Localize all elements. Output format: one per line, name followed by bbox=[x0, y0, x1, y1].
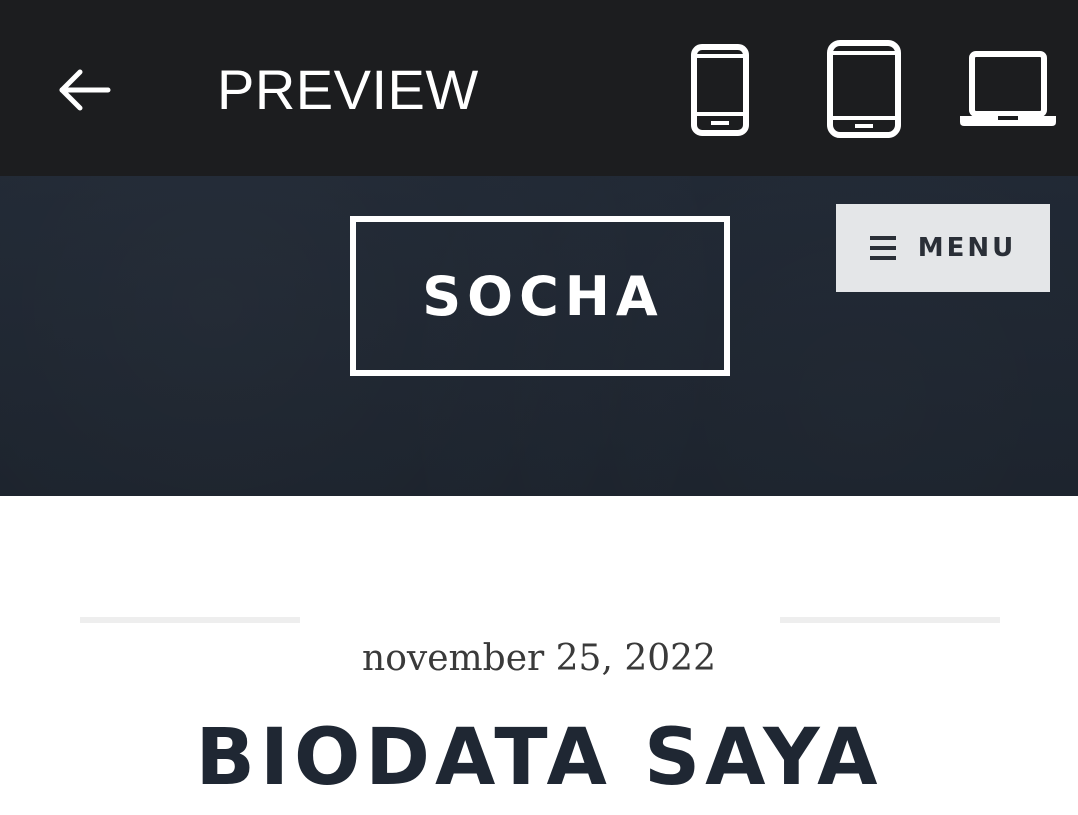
device-tablet-button[interactable] bbox=[826, 40, 902, 138]
site-title: SOCHA bbox=[422, 264, 664, 328]
arrow-left-icon bbox=[59, 69, 111, 111]
toolbar-title: PREVIEW bbox=[217, 58, 479, 121]
menu-label: MENU bbox=[917, 233, 1017, 263]
site-header: SOCHA MENU bbox=[0, 176, 1078, 496]
tablet-icon bbox=[827, 40, 901, 138]
preview-toolbar: PREVIEW bbox=[0, 0, 1078, 176]
device-desktop-button[interactable] bbox=[958, 50, 1058, 130]
device-phone-button[interactable] bbox=[690, 44, 750, 136]
post-title[interactable]: BIODATA SAYA bbox=[0, 708, 1078, 808]
site-logo[interactable]: SOCHA bbox=[350, 216, 730, 376]
post-date[interactable]: november 25, 2022 bbox=[0, 632, 1078, 686]
mobile-icon bbox=[691, 44, 749, 136]
menu-button[interactable]: MENU bbox=[836, 204, 1050, 292]
divider-right bbox=[780, 617, 1000, 623]
divider-left bbox=[80, 617, 300, 623]
hamburger-icon bbox=[869, 236, 896, 260]
laptop-icon bbox=[960, 51, 1056, 126]
back-button[interactable] bbox=[52, 58, 116, 122]
